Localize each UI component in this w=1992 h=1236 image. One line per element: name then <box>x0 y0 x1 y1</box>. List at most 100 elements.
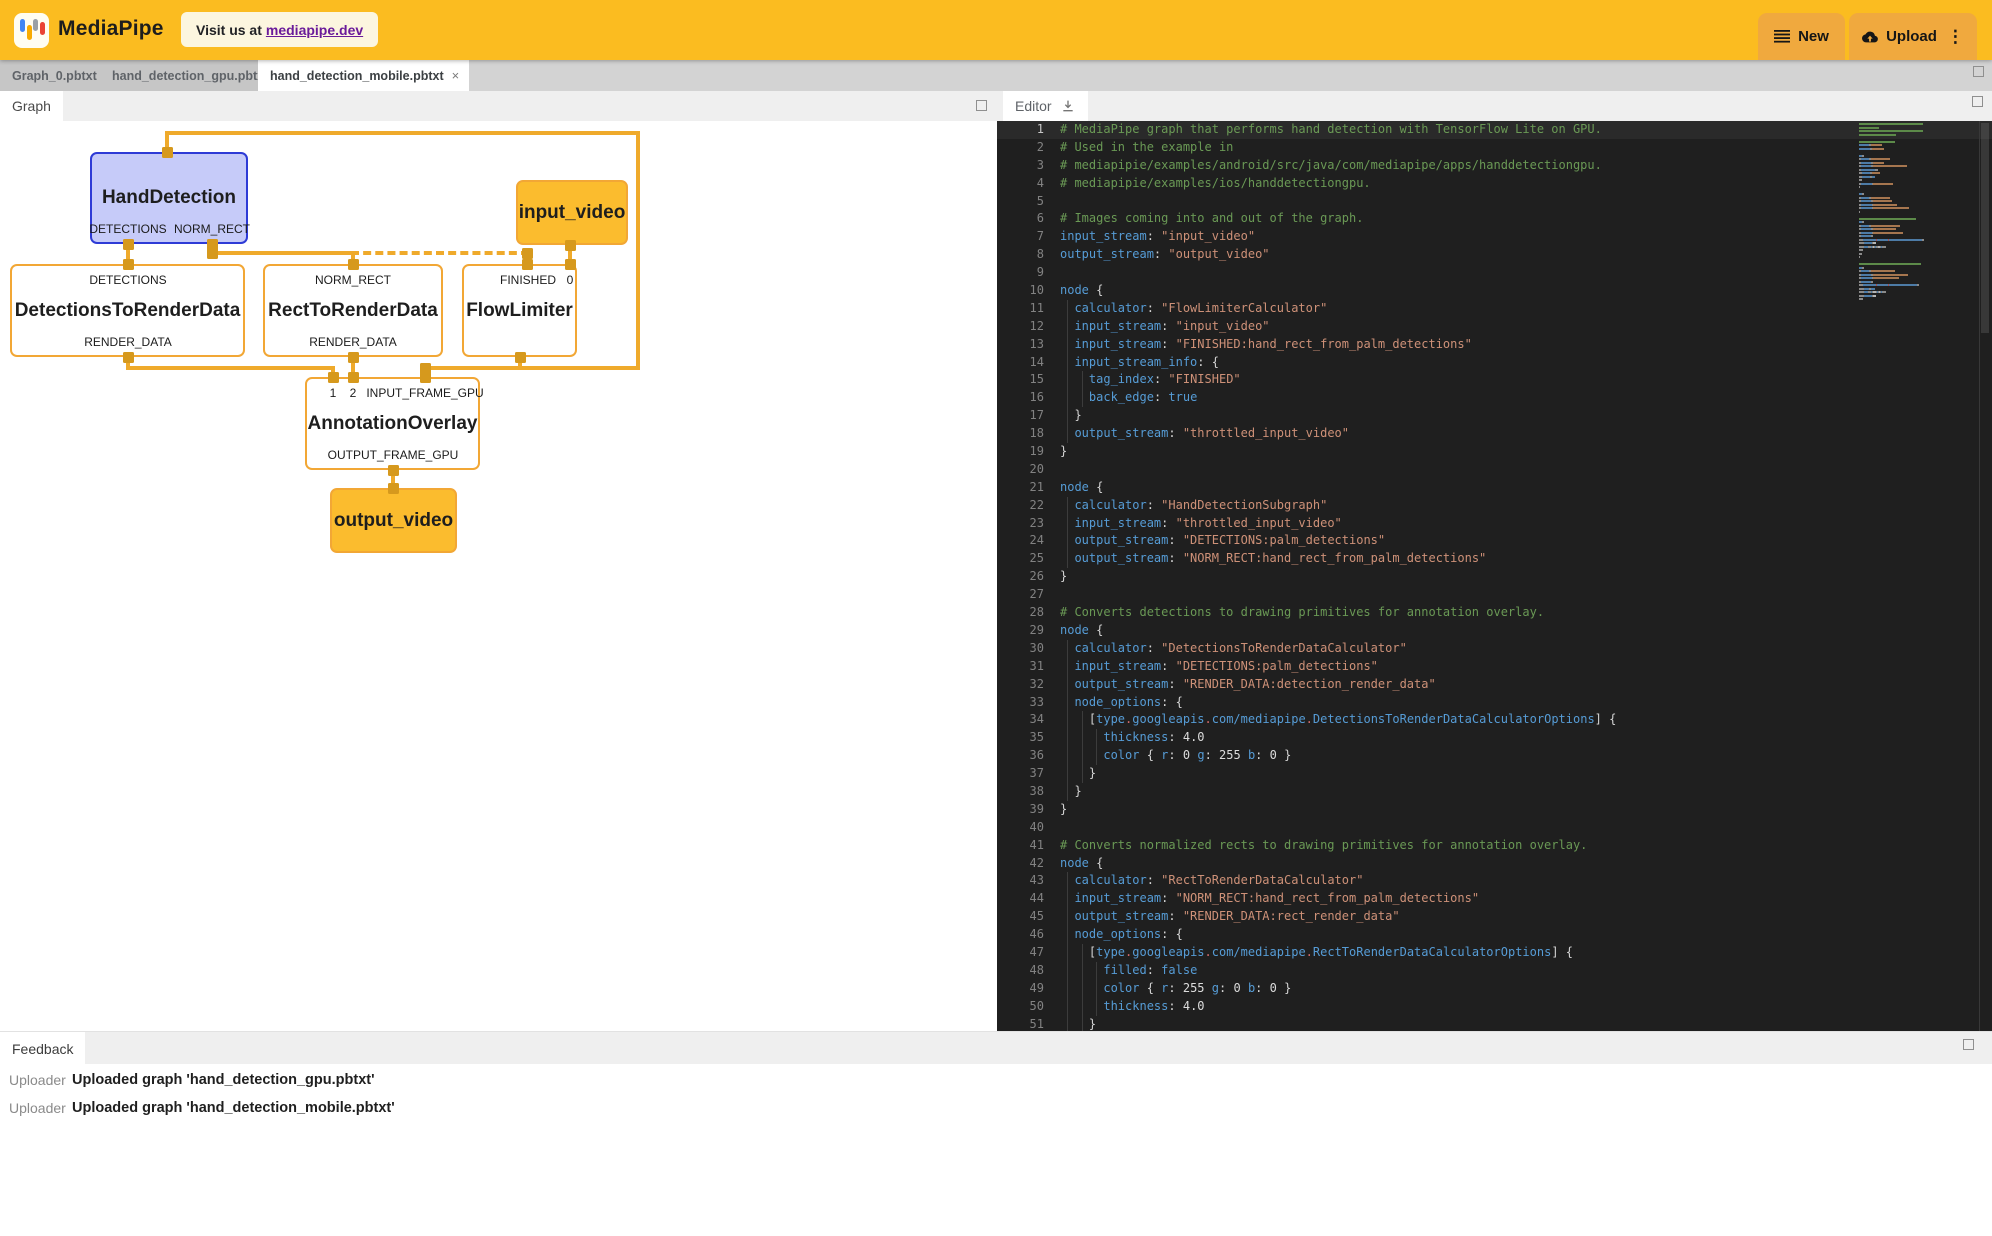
new-button[interactable]: New <box>1758 13 1845 60</box>
code-line-43[interactable]: 43 calculator: "RectToRenderDataCalculat… <box>997 872 1992 890</box>
minimap-line <box>1859 239 1947 241</box>
minimap-line <box>1859 288 1947 290</box>
code-text: output_stream: "output_video" <box>1060 246 1270 264</box>
code-line-13[interactable]: 13 input_stream: "FINISHED:hand_rect_fro… <box>997 336 1992 354</box>
line-number: 35 <box>1004 729 1044 747</box>
code-line-17[interactable]: 17 } <box>997 407 1992 425</box>
code-line-41[interactable]: 41# Converts normalized rects to drawing… <box>997 837 1992 855</box>
tab-editor[interactable]: Editor <box>1003 91 1088 121</box>
line-number: 31 <box>1004 658 1044 676</box>
code-line-24[interactable]: 24 output_stream: "DETECTIONS:palm_detec… <box>997 532 1992 550</box>
code-line-18[interactable]: 18 output_stream: "throttled_input_video… <box>997 425 1992 443</box>
code-line-22[interactable]: 22 calculator: "HandDetectionSubgraph" <box>997 497 1992 515</box>
node-port-label: NORM_RECT <box>174 222 250 236</box>
graph-node-input_video[interactable]: input_video <box>516 180 628 245</box>
code-line-4[interactable]: 4# mediapipie/examples/ios/handdetection… <box>997 175 1992 193</box>
code-text: calculator: "DetectionsToRenderDataCalcu… <box>1060 640 1407 658</box>
graph-popout-icon[interactable] <box>976 100 987 111</box>
feedback-popout-icon[interactable] <box>1963 1039 1974 1050</box>
minimap-line <box>1859 253 1947 255</box>
close-tab-icon[interactable]: × <box>452 69 460 82</box>
mediapipe-dev-link[interactable]: mediapipe.dev <box>266 22 363 38</box>
graph-node-output_video[interactable]: output_video <box>330 488 457 553</box>
code-line-28[interactable]: 28# Converts detections to drawing primi… <box>997 604 1992 622</box>
code-line-2[interactable]: 2# Used in the example in <box>997 139 1992 157</box>
minimap-line <box>1859 162 1947 164</box>
line-number: 23 <box>1004 515 1044 533</box>
upload-menu-kebab-icon[interactable]: ⋮ <box>1947 27 1964 47</box>
code-line-1[interactable]: 1# MediaPipe graph that performs hand de… <box>997 121 1992 139</box>
code-line-5[interactable]: 5 <box>997 193 1992 211</box>
code-line-46[interactable]: 46 node_options: { <box>997 926 1992 944</box>
code-line-26[interactable]: 26} <box>997 568 1992 586</box>
code-line-11[interactable]: 11 calculator: "FlowLimiterCalculator" <box>997 300 1992 318</box>
code-line-7[interactable]: 7input_stream: "input_video" <box>997 228 1992 246</box>
line-number: 7 <box>1004 228 1044 246</box>
upload-button[interactable]: Upload ⋮ <box>1849 13 1977 60</box>
code-line-32[interactable]: 32 output_stream: "RENDER_DATA:detection… <box>997 676 1992 694</box>
code-line-49[interactable]: 49 color { r: 255 g: 0 b: 0 } <box>997 980 1992 998</box>
tab-graph[interactable]: Graph <box>0 91 63 121</box>
code-line-40[interactable]: 40 <box>997 819 1992 837</box>
code-line-19[interactable]: 19} <box>997 443 1992 461</box>
code-text: # Converts detections to drawing primiti… <box>1060 604 1544 622</box>
code-line-42[interactable]: 42node { <box>997 855 1992 873</box>
code-line-30[interactable]: 30 calculator: "DetectionsToRenderDataCa… <box>997 640 1992 658</box>
code-line-39[interactable]: 39} <box>997 801 1992 819</box>
code-line-47[interactable]: 47 [type.googleapis.com/mediapipe.RectTo… <box>997 944 1992 962</box>
code-line-37[interactable]: 37 } <box>997 765 1992 783</box>
code-line-12[interactable]: 12 input_stream: "input_video" <box>997 318 1992 336</box>
code-line-44[interactable]: 44 input_stream: "NORM_RECT:hand_rect_fr… <box>997 890 1992 908</box>
code-text: thickness: 4.0 <box>1060 998 1205 1016</box>
code-line-35[interactable]: 35 thickness: 4.0 <box>997 729 1992 747</box>
code-line-27[interactable]: 27 <box>997 586 1992 604</box>
code-text: tag_index: "FINISHED" <box>1060 371 1241 389</box>
code-editor[interactable]: 1# MediaPipe graph that performs hand de… <box>997 121 1992 1031</box>
code-line-45[interactable]: 45 output_stream: "RENDER_DATA:rect_rend… <box>997 908 1992 926</box>
minimap-line <box>1859 207 1947 209</box>
file-tab-hand_detection_mobile.pbtxt[interactable]: hand_detection_mobile.pbtxt× <box>258 60 469 91</box>
tab-feedback[interactable]: Feedback <box>0 1032 85 1065</box>
code-text: input_stream: "FINISHED:hand_rect_from_p… <box>1060 336 1472 354</box>
code-line-50[interactable]: 50 thickness: 4.0 <box>997 998 1992 1016</box>
minimap-line <box>1859 274 1947 276</box>
upload-button-label: Upload <box>1886 28 1937 45</box>
editor-popout-icon[interactable] <box>1972 96 1983 107</box>
feedback-log: UploaderUploaded graph 'hand_detection_g… <box>0 1064 1992 1236</box>
code-line-15[interactable]: 15 tag_index: "FINISHED" <box>997 371 1992 389</box>
line-number: 17 <box>1004 407 1044 425</box>
code-line-21[interactable]: 21node { <box>997 479 1992 497</box>
minimap-line <box>1859 260 1947 262</box>
minimap-line <box>1859 228 1947 230</box>
code-line-9[interactable]: 9 <box>997 264 1992 282</box>
code-line-33[interactable]: 33 node_options: { <box>997 694 1992 712</box>
code-line-34[interactable]: 34 [type.googleapis.com/mediapipe.Detect… <box>997 711 1992 729</box>
code-line-48[interactable]: 48 filled: false <box>997 962 1992 980</box>
download-icon[interactable] <box>1060 98 1076 114</box>
code-line-25[interactable]: 25 output_stream: "NORM_RECT:hand_rect_f… <box>997 550 1992 568</box>
code-line-36[interactable]: 36 color { r: 0 g: 255 b: 0 } <box>997 747 1992 765</box>
code-line-3[interactable]: 3# mediapipie/examples/android/src/java/… <box>997 157 1992 175</box>
code-line-29[interactable]: 29node { <box>997 622 1992 640</box>
code-line-31[interactable]: 31 input_stream: "DETECTIONS:palm_detect… <box>997 658 1992 676</box>
code-line-23[interactable]: 23 input_stream: "throttled_input_video" <box>997 515 1992 533</box>
editor-minimap[interactable] <box>1859 123 1947 302</box>
code-line-8[interactable]: 8output_stream: "output_video" <box>997 246 1992 264</box>
minimap-line <box>1859 235 1947 237</box>
line-number: 51 <box>1004 1016 1044 1031</box>
code-line-20[interactable]: 20 <box>997 461 1992 479</box>
code-line-6[interactable]: 6# Images coming into and out of the gra… <box>997 210 1992 228</box>
minimap-line <box>1859 169 1947 171</box>
graph-port <box>565 240 576 251</box>
tabstrip-popout-icon[interactable] <box>1973 66 1984 77</box>
code-line-51[interactable]: 51 } <box>997 1016 1992 1031</box>
graph-canvas[interactable]: HandDetectionDETECTIONSNORM_RECTinput_vi… <box>0 121 997 1031</box>
minimap-line <box>1859 197 1947 199</box>
code-line-16[interactable]: 16 back_edge: true <box>997 389 1992 407</box>
code-lines[interactable]: 1# MediaPipe graph that performs hand de… <box>997 121 1992 1031</box>
editor-scrollbar-thumb[interactable] <box>1981 123 1989 333</box>
code-line-38[interactable]: 38 } <box>997 783 1992 801</box>
code-line-10[interactable]: 10node { <box>997 282 1992 300</box>
code-text: output_stream: "DETECTIONS:palm_detectio… <box>1060 532 1385 550</box>
code-line-14[interactable]: 14 input_stream_info: { <box>997 354 1992 372</box>
